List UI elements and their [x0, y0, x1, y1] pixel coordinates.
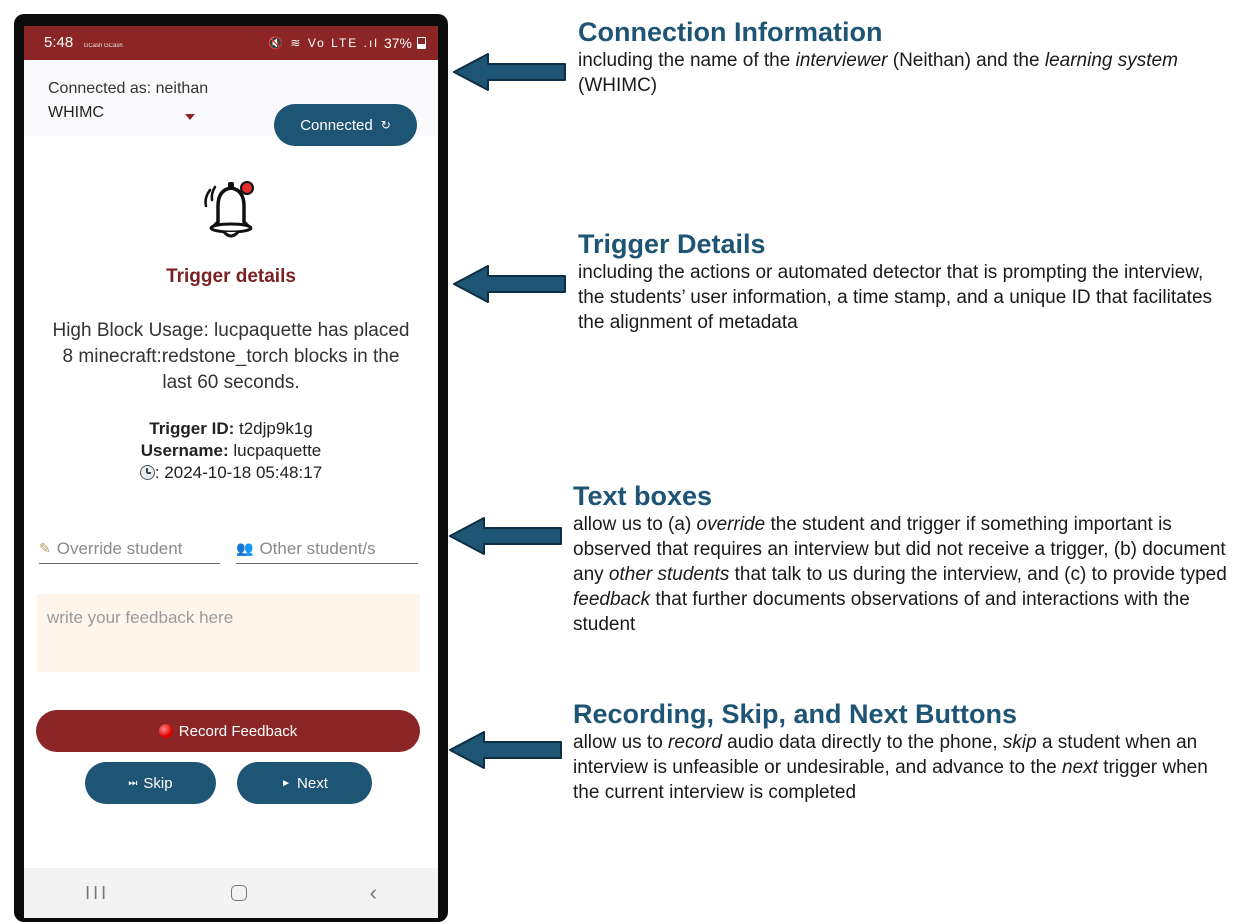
- annotation-buttons: Recording, Skip, and Next Buttons allow …: [573, 698, 1218, 805]
- skip-forward-icon: ⏭: [128, 777, 138, 789]
- annotation-title: Text boxes: [573, 481, 713, 511]
- username-value: lucpaquette: [233, 441, 322, 460]
- battery-icon: [417, 37, 426, 49]
- people-icon: 👥: [236, 540, 254, 556]
- record-feedback-label: Record Feedback: [178, 722, 298, 740]
- trigger-details-title: Trigger details: [166, 266, 296, 287]
- annotation-title: Recording, Skip, and Next Buttons: [573, 699, 1018, 729]
- annotation-trigger: Trigger Details including the actions or…: [578, 228, 1233, 335]
- phone-frame: 5:48 GCash GCash 🔇 ≋ Vo LTE .ıl 37% Conn…: [14, 14, 448, 922]
- pencil-icon: ✎: [39, 540, 51, 556]
- arrow-left-icon: [453, 265, 566, 303]
- bell-icon: [204, 181, 254, 238]
- record-feedback-button[interactable]: Record Feedback: [36, 710, 420, 752]
- skip-button[interactable]: ⏭ Skip: [85, 762, 216, 804]
- android-nav-bar: III ‹: [24, 868, 438, 918]
- feedback-textarea[interactable]: write your feedback here: [37, 594, 420, 672]
- status-bar: 5:48 GCash GCash 🔇 ≋ Vo LTE .ıl 37%: [24, 26, 438, 60]
- connection-header: Connected as: neithan WHIMC Connected ↻: [24, 60, 438, 146]
- back-icon[interactable]: ‹: [370, 880, 377, 906]
- arrow-left-icon: [449, 517, 562, 555]
- other-students-input[interactable]: 👥 Other student/s: [236, 534, 418, 564]
- annotation-body: including the name of the interviewer (N…: [578, 50, 1178, 96]
- status-notification-labels: GCash GCash: [83, 43, 123, 49]
- arrow-left-icon: [453, 53, 566, 91]
- trigger-id-label: Trigger ID:: [149, 419, 235, 438]
- annotation-text-boxes: Text boxes allow us to (a) override the …: [573, 480, 1233, 637]
- feedback-placeholder: write your feedback here: [47, 608, 234, 627]
- record-dot-icon: [158, 724, 173, 738]
- next-label: Next: [297, 774, 328, 792]
- annotation-body: including the actions or automated detec…: [578, 262, 1213, 333]
- status-time: 5:48: [44, 34, 74, 51]
- annotation-title: Trigger Details: [578, 229, 766, 259]
- trigger-id-value: t2djp9k1g: [239, 419, 313, 438]
- override-student-placeholder: Override student: [56, 538, 183, 558]
- annotation-body: allow us to (a) override the student and…: [573, 514, 1227, 635]
- system-dropdown[interactable]: WHIMC: [48, 104, 104, 122]
- other-students-placeholder: Other student/s: [259, 538, 376, 558]
- arrow-left-icon: [449, 731, 562, 769]
- refresh-icon: ↻: [380, 118, 391, 132]
- battery-percent: 37%: [383, 35, 412, 51]
- play-icon: ►: [281, 777, 292, 789]
- override-student-input[interactable]: ✎ Override student: [39, 534, 220, 564]
- next-button[interactable]: ► Next: [237, 762, 372, 804]
- connected-button-label: Connected: [300, 116, 373, 134]
- annotation-body: allow us to record audio data directly t…: [573, 732, 1208, 803]
- timestamp-value: : 2024-10-18 05:48:17: [154, 463, 323, 482]
- username-label: Username:: [140, 441, 229, 460]
- home-icon[interactable]: [231, 885, 248, 901]
- trigger-metadata: Trigger ID: t2djp9k1g Username: lucpaque…: [24, 418, 438, 484]
- clock-icon: [139, 465, 155, 480]
- connected-button[interactable]: Connected ↻: [274, 104, 417, 146]
- trigger-description: High Block Usage: lucpaquette has placed…: [52, 320, 410, 393]
- annotation-connection: Connection Information including the nam…: [578, 16, 1218, 98]
- skip-label: Skip: [143, 774, 173, 792]
- recents-icon[interactable]: III: [85, 883, 109, 904]
- signal-icons: 🔇 ≋ Vo LTE .ıl: [268, 36, 379, 50]
- annotation-title: Connection Information: [578, 17, 883, 47]
- connected-as-label: Connected as: neithan: [48, 80, 209, 97]
- app-screen: 5:48 GCash GCash 🔇 ≋ Vo LTE .ıl 37% Conn…: [24, 26, 438, 918]
- caret-down-icon[interactable]: [185, 114, 195, 120]
